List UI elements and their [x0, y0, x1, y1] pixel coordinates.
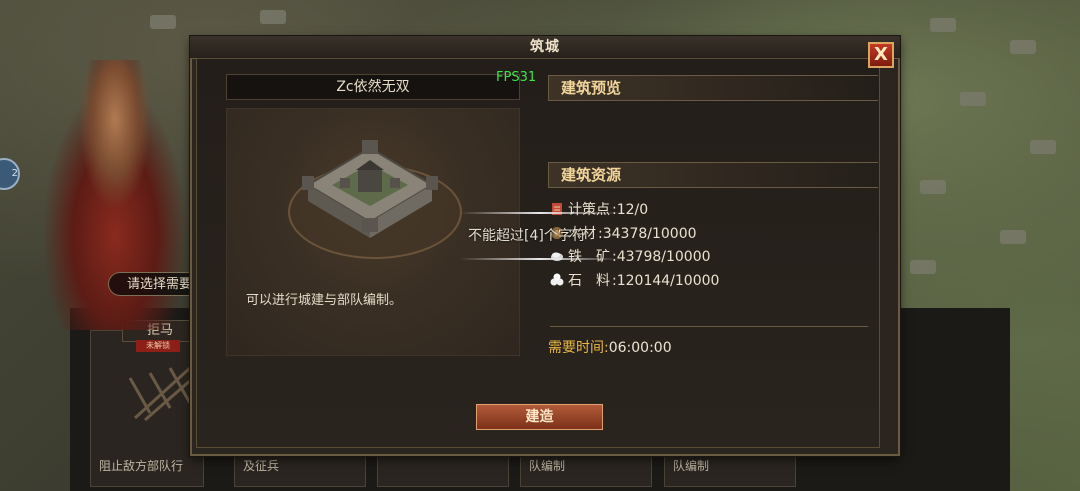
- iron-icon: [551, 252, 563, 261]
- stone-icon: [550, 273, 564, 286]
- city-name-field[interactable]: Zc依然无双: [226, 74, 520, 100]
- map-building: [260, 10, 286, 24]
- build-time-row: 需要时间:06:00:00: [548, 338, 672, 358]
- map-building: [1010, 40, 1036, 54]
- char-limit-tooltip: 不能超过[4]个字符: [468, 228, 586, 244]
- resource-row-strategy: 计策点:12/0: [550, 200, 648, 220]
- map-building: [910, 260, 936, 274]
- locked-badge: 未解锁: [136, 340, 180, 352]
- card-description: 及征兵: [243, 459, 280, 473]
- map-building: [1000, 230, 1026, 244]
- dialog-titlebar: 筑城: [190, 36, 900, 59]
- resources-section-header: 建筑资源: [548, 162, 878, 188]
- map-building: [920, 180, 946, 194]
- map-building: [960, 92, 986, 106]
- card-description: 阻止敌方部队行: [99, 459, 184, 473]
- dialog-title: 筑城: [530, 39, 560, 55]
- build-button[interactable]: 建造: [476, 404, 603, 430]
- time-value: 06:00:00: [608, 340, 672, 356]
- close-button[interactable]: X: [868, 42, 894, 68]
- map-building: [1030, 140, 1056, 154]
- card-description: 队编制: [529, 459, 566, 473]
- fps-counter: FPS31: [496, 70, 537, 85]
- preview-section-header: 建筑预览: [548, 75, 878, 101]
- section-divider: [550, 326, 868, 327]
- build-description: 可以进行城建与部队编制。: [246, 293, 403, 308]
- time-label: 需要时间:: [548, 340, 609, 356]
- tooltip-line: [460, 212, 620, 214]
- card-description: 队编制: [673, 459, 710, 473]
- fortress-icon: [302, 140, 438, 238]
- resource-row-iron: 铁 矿:43798/10000: [550, 247, 711, 267]
- map-building: [150, 15, 176, 29]
- map-building: [930, 18, 956, 32]
- tooltip-line: [460, 258, 620, 260]
- resource-row-stone: 石 料:120144/10000: [550, 271, 719, 291]
